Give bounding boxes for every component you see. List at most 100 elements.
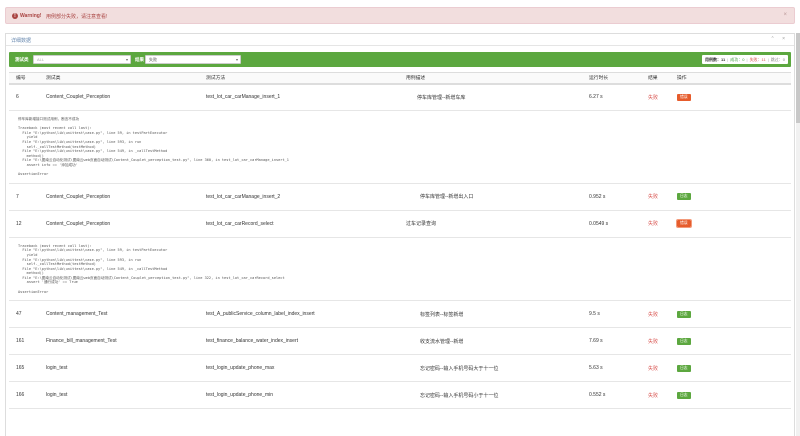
stat-failed[interactable]: 失败：11: [750, 57, 766, 62]
cell-id: 12: [9, 210, 39, 238]
cell-class: login_test: [39, 381, 199, 410]
cell-desc: 忘记密码--输入手机号码大于十一位: [399, 354, 582, 383]
cell-desc-text: 停车库管理--新增车库: [417, 94, 466, 101]
cell-id: 47: [9, 300, 39, 329]
traceback-text: Traceback (most recent call last): File …: [9, 237, 791, 302]
warning-title: Warning!: [20, 13, 42, 19]
warning-message: 用例部分失败，请注意查看!: [46, 14, 108, 20]
cell-duration: 7.69 s: [582, 327, 641, 356]
cell-id: 7: [9, 183, 39, 211]
error-button[interactable]: 错误: [676, 219, 692, 229]
log-button[interactable]: 日志: [677, 310, 691, 318]
stat-total[interactable]: 用例数：11: [705, 57, 725, 62]
cell-result: 失败: [641, 210, 670, 238]
col-action: 操作: [670, 72, 791, 85]
traceback-row: Traceback (most recent call last): File …: [9, 237, 791, 302]
test-class-select[interactable]: ALL ▾: [33, 55, 131, 64]
cell-action: 日志: [670, 300, 791, 329]
results-table: 编号 测试类 测试方法 用例描述 运行时长 结果 操作 6 Content_Co…: [9, 72, 791, 410]
cell-method: test_lot_car_carManage_insert_2: [199, 183, 399, 211]
col-method: 测试方法: [199, 72, 399, 85]
cell-duration: 9.5 s: [582, 300, 641, 329]
cell-desc: 忘记密码--输入手机号码小于十一位: [399, 381, 582, 410]
table-row: 6 Content_Couplet_Perception test_lot_ca…: [9, 83, 791, 111]
cell-method: test_A_publicService_column_label_index_…: [199, 300, 399, 329]
log-button[interactable]: 日志: [677, 337, 691, 345]
col-duration: 运行时长: [582, 72, 641, 85]
table-row: 166 login_test test_login_update_phone_m…: [9, 381, 791, 410]
cell-action: 日志: [670, 327, 791, 356]
cell-result: 失败: [641, 300, 670, 329]
cell-class: Finance_bill_management_Test: [39, 327, 199, 356]
traceback-row: 停车库新增接口测试用例，断言不成功 Traceback (most recent…: [9, 110, 791, 184]
cell-class: Content_Couplet_Perception: [39, 183, 199, 211]
cell-result: 失败: [641, 83, 670, 111]
cell-duration: 5.63 s: [582, 354, 641, 383]
table-row: 161 Finance_bill_management_Test test_fi…: [9, 327, 791, 356]
panel-controls[interactable]: ⌃ ×: [771, 36, 789, 42]
cell-action: 日志: [670, 381, 791, 410]
cell-desc-text: 过车记录查询: [406, 221, 437, 228]
panel-header: 详细数据 ⌃ ×: [6, 34, 794, 46]
cell-desc: 停车库管理--新增出入口: [399, 183, 582, 211]
cell-duration: 0.0549 s: [582, 210, 641, 238]
cell-method: test_lot_car_carRecord_select: [199, 210, 399, 238]
scrollbar-thumb[interactable]: [796, 33, 800, 123]
chevron-down-icon: ▾: [125, 57, 128, 62]
cell-desc: 停车库管理--新增车库: [399, 83, 582, 111]
col-desc: 用例描述: [399, 72, 582, 85]
cell-duration: 0.952 s: [582, 183, 641, 211]
cell-desc: 收支流水管理--新增: [399, 327, 582, 356]
cell-id: 166: [9, 381, 39, 410]
warning-icon: !: [12, 13, 18, 19]
scrollbar[interactable]: [796, 33, 800, 436]
cell-method: test_login_update_phone_min: [199, 381, 399, 410]
cell-action: 错误: [670, 83, 791, 111]
cell-desc-text: 忘记密码--输入手机号码小于十一位: [420, 392, 499, 399]
cell-method: test_login_update_phone_max: [199, 354, 399, 383]
cell-duration: 0.552 s: [582, 381, 641, 410]
table-row: 165 login_test test_login_update_phone_m…: [9, 354, 791, 383]
result-label: 结果: [135, 57, 144, 62]
panel-title: 详细数据: [11, 38, 32, 44]
cell-result: 失败: [641, 381, 670, 410]
col-result: 结果: [641, 72, 670, 85]
filter-bar: 测试类 ALL ▾ 结果 失败 ▾ 用例数：11 | 成功：0 | 失败：11 | 跳过：0: [9, 52, 791, 67]
table-row: 12 Content_Couplet_Perception test_lot_c…: [9, 210, 791, 238]
test-class-label: 测试类: [15, 57, 29, 62]
result-select[interactable]: 失败 ▾: [145, 55, 241, 64]
log-button[interactable]: 日志: [677, 364, 691, 372]
cell-id: 165: [9, 354, 39, 383]
cell-action: 日志: [670, 183, 791, 211]
cell-class: login_test: [39, 354, 199, 383]
details-panel: 详细数据 ⌃ × 测试类 ALL ▾ 结果 失败 ▾ 用例数：11 | 成功：0 | 失…: [5, 33, 795, 436]
close-icon[interactable]: ×: [783, 12, 787, 18]
cell-result: 失败: [641, 354, 670, 383]
stat-passed[interactable]: 成功：0: [730, 57, 744, 62]
chevron-down-icon: ▾: [235, 57, 238, 62]
cell-desc: 过车记录查询: [399, 210, 582, 238]
cell-desc: 标签列表--标签新增: [399, 300, 582, 329]
cell-desc-text: 忘记密码--输入手机号码大于十一位: [420, 365, 499, 372]
result-select-value: 失败: [149, 57, 157, 62]
cell-class: Content_Couplet_Perception: [39, 83, 199, 111]
cell-id: 6: [9, 83, 39, 111]
log-button[interactable]: 日志: [677, 193, 691, 201]
stat-skipped[interactable]: 跳过：0: [771, 57, 785, 62]
test-class-select-value: ALL: [37, 57, 45, 62]
cell-id: 161: [9, 327, 39, 356]
cell-result: 失败: [641, 183, 670, 211]
log-button[interactable]: 日志: [677, 391, 691, 399]
cell-desc-text: 收支流水管理--新增: [420, 338, 464, 345]
cell-class: Content_management_Test: [39, 300, 199, 329]
cell-duration: 6.27 s: [582, 83, 641, 111]
col-class: 测试类: [39, 72, 199, 85]
error-button[interactable]: 错误: [677, 93, 691, 101]
cell-action: 日志: [670, 354, 791, 383]
table-header-row: 编号 测试类 测试方法 用例描述 运行时长 结果 操作: [9, 72, 791, 85]
table-row: 7 Content_Couplet_Perception test_lot_ca…: [9, 183, 791, 211]
cell-class: Content_Couplet_Perception: [39, 210, 199, 238]
cell-method: test_lot_car_carManage_insert_1: [199, 83, 399, 111]
col-id: 编号: [9, 72, 39, 85]
cell-desc-text: 标签列表--标签新增: [420, 311, 464, 318]
